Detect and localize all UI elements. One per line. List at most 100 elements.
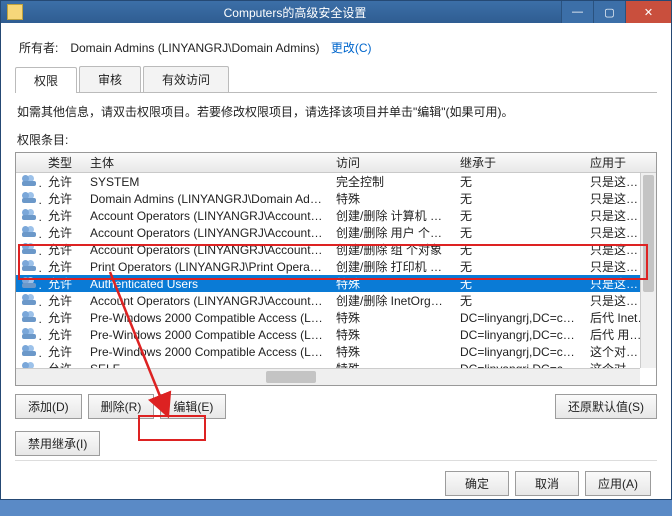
cell-access: 特殊 [330, 309, 454, 326]
hscroll-thumb[interactable] [266, 371, 316, 383]
users-icon [22, 241, 38, 255]
remove-button[interactable]: 删除(R) [88, 394, 155, 419]
cell-principal: Domain Admins (LINYANGRJ\Domain Admins) [84, 192, 330, 206]
users-icon [22, 292, 38, 306]
inherit-row: 禁用继承(I) [15, 423, 657, 460]
cell-inherit: 无 [454, 258, 584, 275]
cell-principal: Account Operators (LINYANGRJ\Account Ope… [84, 226, 330, 240]
table-row[interactable]: 允许Account Operators (LINYANGRJ\Account O… [16, 224, 656, 241]
cell-principal: Pre-Windows 2000 Compatible Access (LINY… [84, 328, 330, 342]
col-inherit[interactable]: 继承于 [454, 154, 584, 171]
users-icon [22, 309, 38, 323]
cell-inherit: DC=linyangrj,DC=com [454, 311, 584, 325]
cell-type: 允许 [42, 224, 84, 241]
cell-principal: Account Operators (LINYANGRJ\Account Ope… [84, 209, 330, 223]
cell-inherit: 无 [454, 190, 584, 207]
users-icon [22, 207, 38, 221]
cell-principal: SYSTEM [84, 175, 330, 189]
cell-inherit: 无 [454, 173, 584, 190]
titlebar[interactable]: Computers的高级安全设置 — ▢ ✕ [1, 1, 671, 23]
grid-header: 类型 主体 访问 继承于 应用于 [16, 153, 656, 173]
cell-access: 完全控制 [330, 173, 454, 190]
instruction-text: 如需其他信息，请双击权限项目。若要修改权限项目，请选择该项目并单击"编辑"(如果… [15, 93, 657, 127]
cell-access: 创建/删除 用户 个对象 [330, 224, 454, 241]
edit-button[interactable]: 编辑(E) [160, 394, 226, 419]
owner-value: Domain Admins (LINYANGRJ\Domain Admins) [70, 41, 319, 55]
cell-principal: Authenticated Users [84, 277, 330, 291]
maximize-button[interactable]: ▢ [593, 1, 625, 23]
cell-access: 特殊 [330, 326, 454, 343]
grid-title: 权限条目: [15, 127, 657, 152]
content-area: 所有者: Domain Admins (LINYANGRJ\Domain Adm… [1, 23, 671, 516]
table-row[interactable]: 允许Authenticated Users特殊无只是这个对象 [16, 275, 656, 292]
horizontal-scrollbar[interactable] [16, 368, 640, 385]
table-row[interactable]: 允许Pre-Windows 2000 Compatible Access (LI… [16, 309, 656, 326]
ok-button[interactable]: 确定 [445, 471, 509, 496]
users-icon [22, 224, 38, 238]
col-type[interactable]: 类型 [42, 154, 84, 171]
cell-access: 特殊 [330, 190, 454, 207]
table-row[interactable]: 允许Pre-Windows 2000 Compatible Access (LI… [16, 343, 656, 360]
users-icon [22, 190, 38, 204]
col-apply[interactable]: 应用于 [584, 154, 656, 171]
cell-type: 允许 [42, 258, 84, 275]
cell-type: 允许 [42, 292, 84, 309]
cell-type: 允许 [42, 190, 84, 207]
col-access[interactable]: 访问 [330, 154, 454, 171]
cell-access: 创建/删除 计算机 个对象 [330, 207, 454, 224]
grid-body[interactable]: 允许SYSTEM完全控制无只是这个对象允许Domain Admins (LINY… [16, 173, 656, 385]
users-icon [22, 258, 38, 272]
table-row[interactable]: 允许Account Operators (LINYANGRJ\Account O… [16, 292, 656, 309]
dialog-button-row: 确定 取消 应用(A) [15, 460, 657, 506]
security-settings-window: Computers的高级安全设置 — ▢ ✕ 所有者: Domain Admin… [0, 0, 672, 500]
folder-icon [7, 4, 23, 20]
cell-inherit: 无 [454, 224, 584, 241]
owner-row: 所有者: Domain Admins (LINYANGRJ\Domain Adm… [15, 33, 657, 66]
owner-label: 所有者: [19, 39, 67, 56]
cell-access: 特殊 [330, 275, 454, 292]
table-row[interactable]: 允许SYSTEM完全控制无只是这个对象 [16, 173, 656, 190]
grid-button-row: 添加(D) 删除(R) 编辑(E) 还原默认值(S) [15, 386, 657, 423]
tab-permissions[interactable]: 权限 [15, 67, 77, 93]
scroll-thumb[interactable] [643, 175, 654, 292]
cell-type: 允许 [42, 343, 84, 360]
cell-access: 创建/删除 组 个对象 [330, 241, 454, 258]
tab-strip: 权限 审核 有效访问 [15, 66, 657, 93]
cell-principal: Account Operators (LINYANGRJ\Account Ope… [84, 294, 330, 308]
window-title: Computers的高级安全设置 [29, 4, 561, 21]
disable-inheritance-button[interactable]: 禁用继承(I) [15, 431, 100, 456]
tab-effective-access[interactable]: 有效访问 [143, 66, 229, 92]
users-icon [22, 275, 38, 289]
vertical-scrollbar[interactable] [640, 173, 656, 368]
add-button[interactable]: 添加(D) [15, 394, 82, 419]
cell-type: 允许 [42, 275, 84, 292]
change-owner-link[interactable]: 更改(C) [331, 41, 372, 55]
close-button[interactable]: ✕ [625, 1, 671, 23]
cell-type: 允许 [42, 309, 84, 326]
table-row[interactable]: 允许Pre-Windows 2000 Compatible Access (LI… [16, 326, 656, 343]
cell-type: 允许 [42, 326, 84, 343]
cell-principal: Pre-Windows 2000 Compatible Access (LINY… [84, 311, 330, 325]
table-row[interactable]: 允许Print Operators (LINYANGRJ\Print Opera… [16, 258, 656, 275]
restore-defaults-button[interactable]: 还原默认值(S) [555, 394, 657, 419]
cell-type: 允许 [42, 207, 84, 224]
permissions-grid: 类型 主体 访问 继承于 应用于 允许SYSTEM完全控制无只是这个对象允许Do… [15, 152, 657, 386]
table-row[interactable]: 允许Account Operators (LINYANGRJ\Account O… [16, 207, 656, 224]
users-icon [22, 326, 38, 340]
cell-inherit: 无 [454, 275, 584, 292]
users-icon [22, 173, 38, 187]
cell-inherit: 无 [454, 241, 584, 258]
tab-auditing[interactable]: 审核 [79, 66, 141, 92]
users-icon [22, 343, 38, 357]
table-row[interactable]: 允许Account Operators (LINYANGRJ\Account O… [16, 241, 656, 258]
cell-type: 允许 [42, 173, 84, 190]
cell-inherit: 无 [454, 292, 584, 309]
cell-inherit: 无 [454, 207, 584, 224]
minimize-button[interactable]: — [561, 1, 593, 23]
col-principal[interactable]: 主体 [84, 154, 330, 171]
cancel-button[interactable]: 取消 [515, 471, 579, 496]
cell-access: 特殊 [330, 343, 454, 360]
cell-access: 创建/删除 打印机 个对象 [330, 258, 454, 275]
table-row[interactable]: 允许Domain Admins (LINYANGRJ\Domain Admins… [16, 190, 656, 207]
apply-button[interactable]: 应用(A) [585, 471, 651, 496]
